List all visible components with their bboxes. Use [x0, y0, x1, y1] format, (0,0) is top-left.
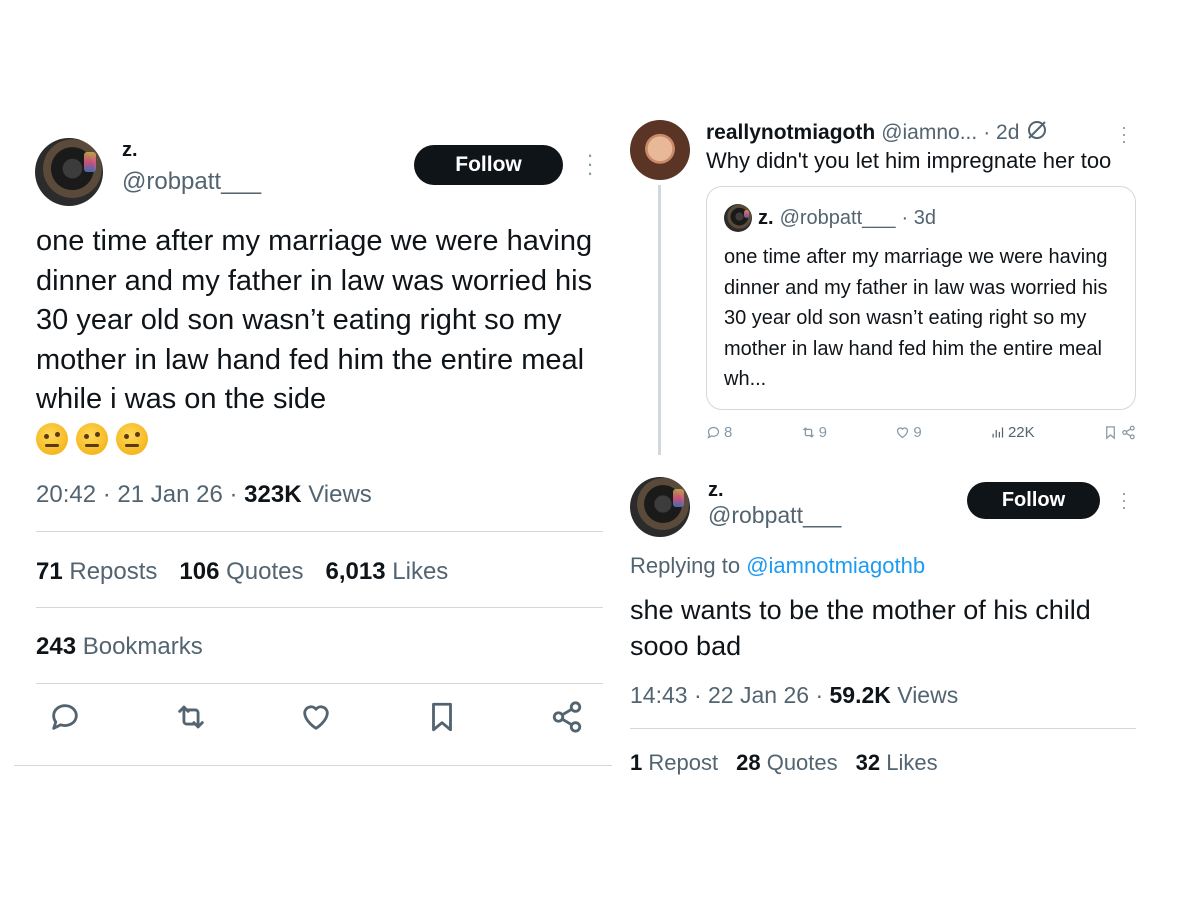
reply-views-count: 59.2K: [829, 682, 891, 708]
tweet-date[interactable]: 21 Jan 26: [117, 481, 222, 508]
likes-count: 6,013: [325, 558, 386, 585]
quoter-avatar[interactable]: [630, 120, 690, 180]
divider: [14, 765, 612, 766]
like-action[interactable]: 9: [895, 424, 922, 441]
grok-icon[interactable]: [1025, 118, 1049, 148]
reply-meta: 14:43 · 22 Jan 26 · 59.2K Views: [630, 682, 959, 708]
reply-text: she wants to be the mother of his child …: [630, 595, 1091, 661]
bookmark-icon[interactable]: [425, 700, 459, 739]
reply-likes-stat[interactable]: 32 Likes: [856, 750, 938, 776]
repost-count: 9: [818, 424, 827, 441]
reply-time[interactable]: 14:43: [630, 682, 688, 708]
reply-quotes-count: 28: [736, 750, 761, 775]
quote-tweet-header: reallynotmiagoth @iamno... · 2d: [706, 118, 1049, 148]
reply-action[interactable]: 8: [706, 424, 732, 441]
quoted-tweet-header: z. @robpatt___ · 3d: [724, 204, 936, 232]
like-icon: [897, 427, 909, 439]
quoted-tweet-age: · 3d: [901, 206, 936, 229]
bookmarks-label: Bookmarks: [82, 633, 203, 660]
likes-label: Likes: [392, 558, 449, 585]
reply-date[interactable]: 22 Jan 26: [708, 682, 809, 708]
quotes-count: 106: [179, 558, 220, 585]
analytics-icon: [992, 427, 1004, 438]
reply-reposts-stat[interactable]: 1 Repost: [630, 750, 718, 776]
tweet-text: one time after my marriage we were havin…: [36, 225, 593, 415]
quote-tweet-action-bar: 8 9 9 22K: [706, 424, 1136, 441]
more-options-icon[interactable]: · · ·: [1115, 484, 1133, 516]
author-avatar[interactable]: [35, 138, 103, 206]
thread-line: [658, 185, 661, 455]
views-count: 22K: [1007, 424, 1035, 441]
replying-to-label: Replying to: [630, 553, 741, 578]
quoted-tweet-text: one time after my marriage we were havin…: [724, 246, 1108, 390]
face-with-raised-eyebrow-emoji: [116, 423, 148, 455]
face-with-raised-eyebrow-emoji: [36, 423, 68, 455]
more-options-icon[interactable]: · · ·: [580, 144, 600, 184]
quoted-author-avatar: [724, 204, 752, 232]
repost-action[interactable]: 9: [801, 424, 827, 441]
bookmark-share-actions: [1103, 424, 1136, 441]
divider: [36, 607, 603, 608]
share-icon[interactable]: [1121, 425, 1136, 440]
reply-reposts-label: Repost: [648, 750, 719, 775]
reply-views-label: Views: [897, 682, 959, 708]
reply-quotes-stat[interactable]: 28 Quotes: [736, 750, 838, 776]
reply-likes-label: Likes: [886, 750, 938, 775]
more-options-icon[interactable]: · · ·: [1115, 118, 1133, 150]
reply-icon: [707, 426, 720, 439]
reply-quotes-label: Quotes: [766, 750, 838, 775]
bookmark-icon[interactable]: [1103, 425, 1118, 440]
quoter-name[interactable]: reallynotmiagoth: [706, 121, 875, 145]
emoji-row: [36, 423, 148, 455]
author-handle[interactable]: @robpatt___: [122, 168, 261, 196]
replying-to: Replying to @iamnotmiagothb: [630, 553, 925, 579]
reply-likes-count: 32: [855, 750, 881, 775]
reply-author-handle[interactable]: @robpatt___: [708, 502, 841, 529]
engagement-stats: 71 Reposts 106 Quotes 6,013 Likes: [36, 558, 448, 586]
likes-stat[interactable]: 6,013 Likes: [326, 558, 449, 586]
divider: [36, 683, 603, 684]
quoter-handle[interactable]: @iamno...: [881, 121, 977, 145]
quotes-label: Quotes: [226, 558, 304, 585]
quoted-author-handle: @robpatt___: [779, 206, 896, 229]
tweet-meta: 20:42 · 21 Jan 26 · 323K Views: [36, 481, 372, 508]
bookmarks-count: 243: [36, 633, 77, 660]
reposts-label: Reposts: [69, 558, 158, 585]
like-icon[interactable]: [299, 700, 333, 739]
repost-icon: [802, 427, 814, 438]
reposts-stat[interactable]: 71 Reposts: [36, 558, 157, 586]
action-bar: [36, 700, 596, 739]
quote-tweet-age[interactable]: · 2d: [983, 121, 1019, 145]
divider: [36, 531, 603, 532]
views-action[interactable]: 22K: [990, 424, 1035, 441]
bookmarks-stat[interactable]: 243 Bookmarks: [36, 633, 203, 661]
quote-tweet-text: Why didn't you let him impregnate her to…: [706, 148, 1112, 173]
reply-count: 8: [724, 424, 733, 441]
quoted-author-name: z.: [758, 206, 774, 229]
tweet-time[interactable]: 20:42: [36, 481, 96, 508]
reply-reposts-count: 1: [630, 750, 643, 775]
reply-icon[interactable]: [48, 700, 82, 739]
follow-button[interactable]: Follow: [414, 145, 563, 185]
reply-engagement-stats: 1 Repost 28 Quotes 32 Likes: [630, 750, 938, 776]
views-count: 323K: [244, 481, 302, 508]
share-icon[interactable]: [550, 700, 584, 739]
views-label: Views: [308, 481, 372, 508]
follow-button[interactable]: Follow: [967, 482, 1100, 519]
quotes-stat[interactable]: 106 Quotes: [179, 558, 303, 586]
author-name[interactable]: z.: [122, 139, 138, 162]
face-with-raised-eyebrow-emoji: [76, 423, 108, 455]
reply-author-name[interactable]: z.: [708, 479, 724, 502]
reposts-count: 71: [36, 558, 63, 585]
reply-author-avatar[interactable]: [630, 477, 690, 537]
repost-icon[interactable]: [174, 700, 208, 739]
divider: [630, 728, 1136, 729]
replying-to-handle[interactable]: @iamnotmiagothb: [746, 553, 925, 578]
like-count: 9: [913, 424, 922, 441]
